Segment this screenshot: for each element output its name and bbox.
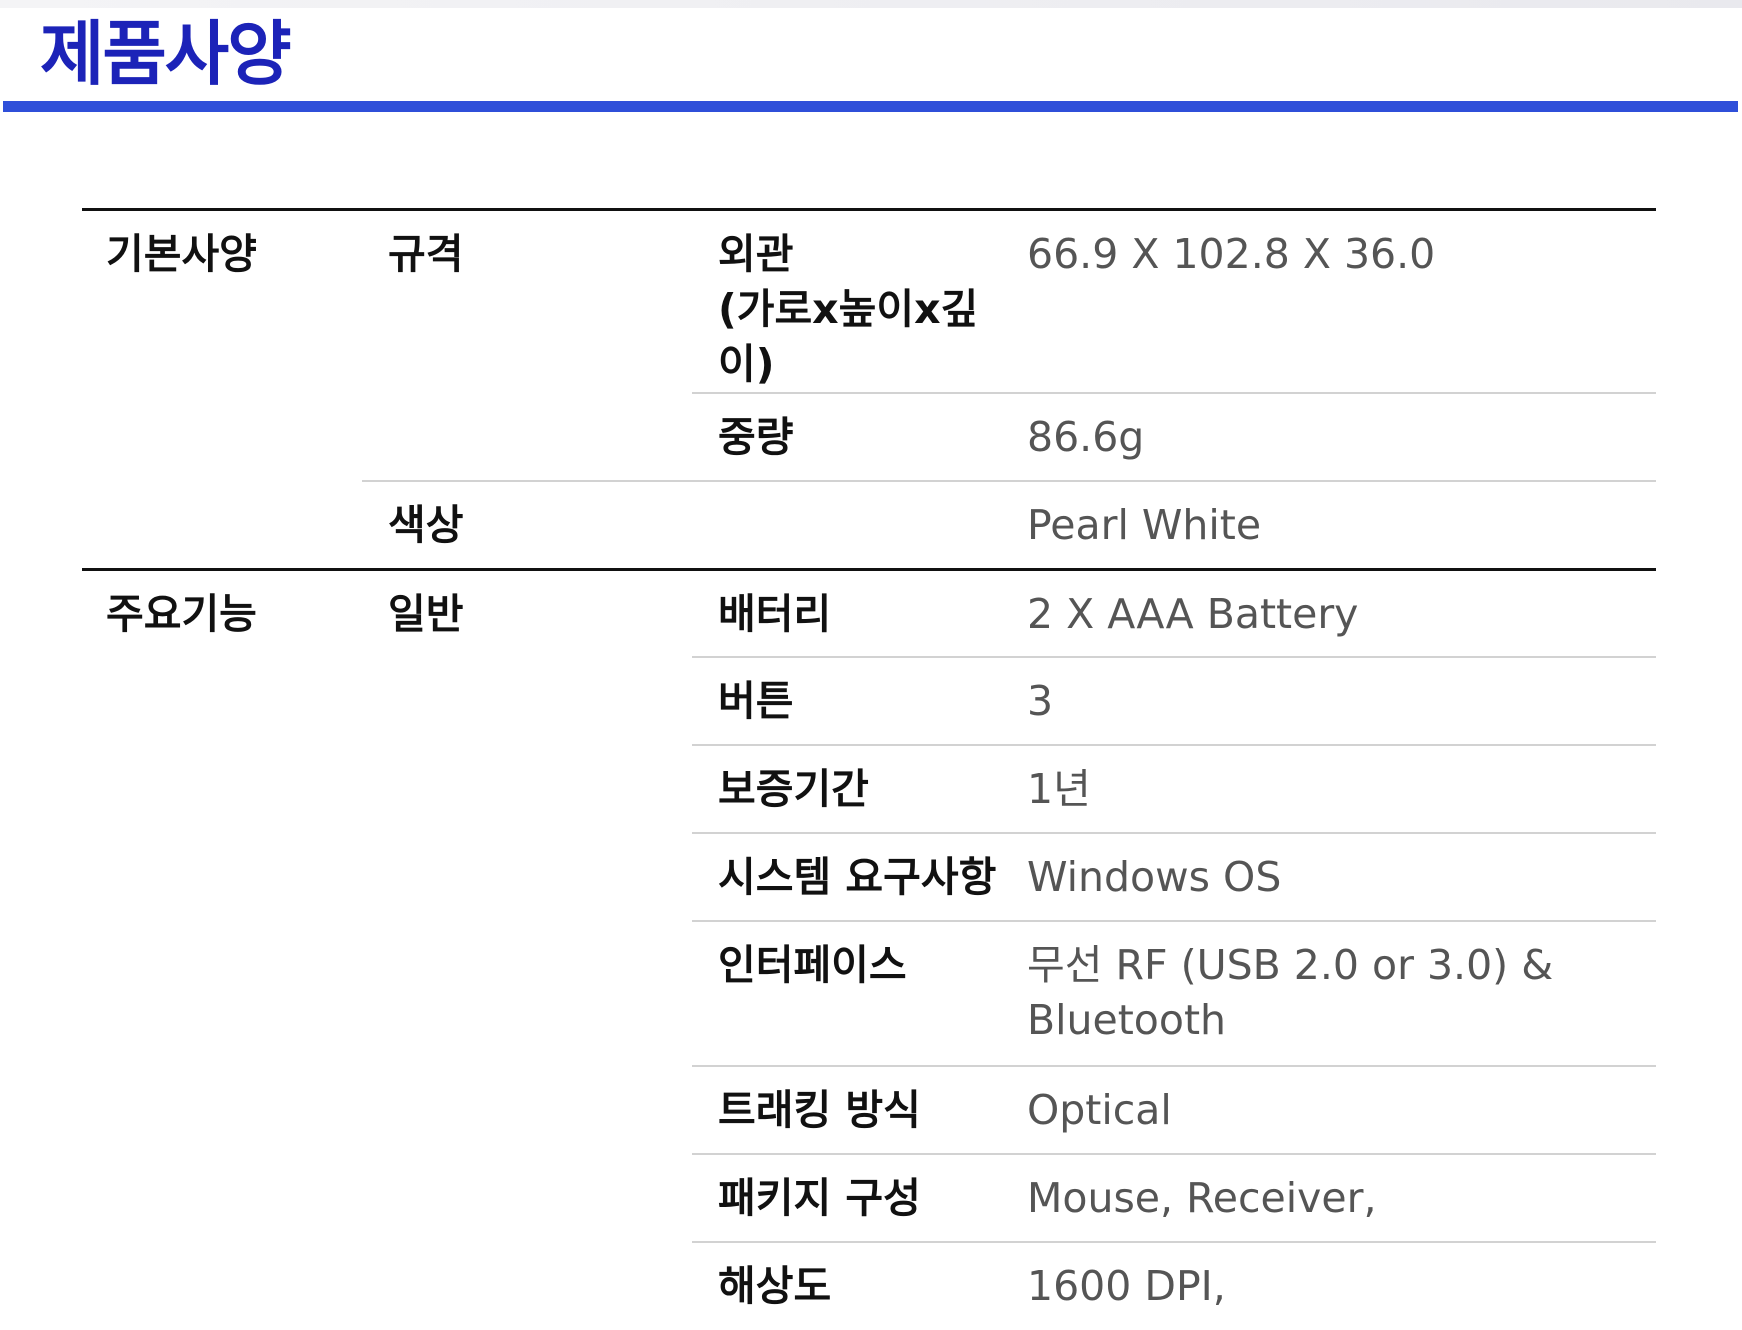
section-features-label: 주요기능 bbox=[82, 567, 362, 1330]
feature-value: 1년 bbox=[1017, 744, 1656, 833]
color-empty-cell bbox=[692, 480, 1017, 569]
feature-value: 2 X AAA Battery bbox=[1017, 567, 1656, 657]
feature-value: Mouse, Receiver, bbox=[1017, 1153, 1656, 1242]
top-strip bbox=[0, 0, 1742, 8]
color-label: 색상 bbox=[362, 480, 692, 569]
spec-table: 기본사양 규격 외관 (가로x높이x깊이) 66.9 X 102.8 X 36.… bbox=[82, 208, 1656, 1330]
feature-value: Windows OS bbox=[1017, 832, 1656, 921]
page-title: 제품사양 bbox=[40, 13, 292, 95]
feature-label: 시스템 요구사항 bbox=[692, 832, 1017, 921]
feature-label: 버튼 bbox=[692, 656, 1017, 745]
general-category-label: 일반 bbox=[362, 567, 692, 1330]
feature-value: Optical bbox=[1017, 1065, 1656, 1154]
feature-value: 무선 RF (USB 2.0 or 3.0) & Bluetooth bbox=[1017, 920, 1656, 1066]
section-basic-label: 기본사양 bbox=[82, 208, 362, 569]
feature-label: 패키지 구성 bbox=[692, 1153, 1017, 1242]
dimensions-value: 66.9 X 102.8 X 36.0 bbox=[1017, 208, 1656, 393]
title-divider bbox=[3, 101, 1738, 112]
spec-category-label: 규격 bbox=[362, 208, 692, 481]
feature-label: 인터페이스 bbox=[692, 920, 1017, 1066]
feature-row: 주요기능 일반 배터리 2 X AAA Battery bbox=[82, 567, 1656, 1330]
feature-value: 3 bbox=[1017, 656, 1656, 745]
feature-label: 트래킹 방식 bbox=[692, 1065, 1017, 1154]
feature-label: 해상도 bbox=[692, 1241, 1017, 1330]
dimensions-label-text: 외관 (가로x높이x깊이) bbox=[718, 230, 979, 388]
color-value: Pearl White bbox=[1017, 480, 1656, 569]
dimensions-label: 외관 (가로x높이x깊이) bbox=[692, 208, 1017, 393]
spec-row-dimensions: 기본사양 규격 외관 (가로x높이x깊이) 66.9 X 102.8 X 36.… bbox=[82, 208, 1656, 569]
weight-label: 중량 bbox=[692, 392, 1017, 481]
feature-label: 보증기간 bbox=[692, 744, 1017, 833]
feature-label: 배터리 bbox=[692, 567, 1017, 657]
feature-value: 1600 DPI, bbox=[1017, 1241, 1656, 1330]
weight-value: 86.6g bbox=[1017, 392, 1656, 481]
